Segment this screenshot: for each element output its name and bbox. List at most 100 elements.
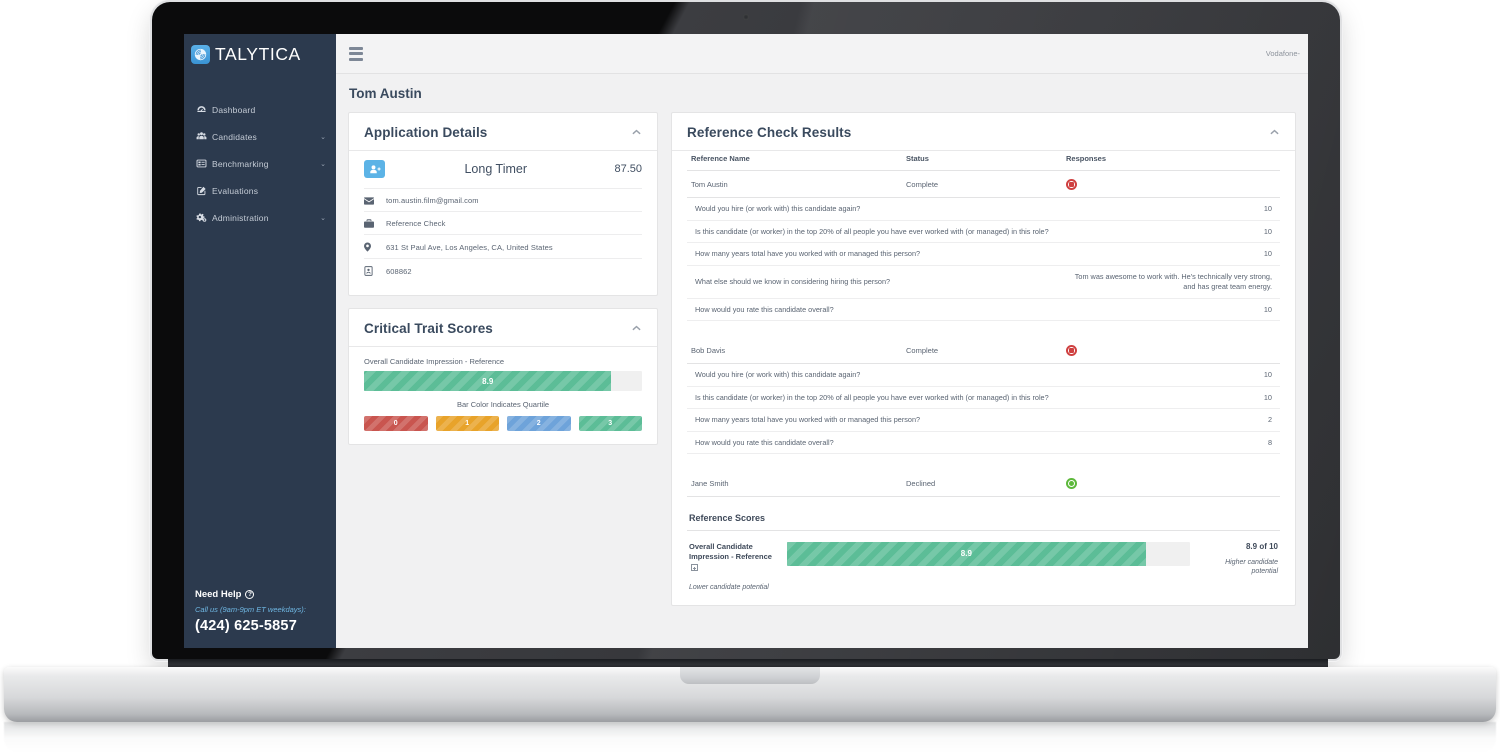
list-icon xyxy=(196,158,212,169)
pencil-square-icon xyxy=(196,185,212,196)
row-spacer xyxy=(687,454,1280,470)
reference-status: Complete xyxy=(902,336,1062,364)
talytica-app: TALYTICA Dashboard Candidates ⌄ Benchmar… xyxy=(184,34,1308,648)
question-mark-icon[interactable]: ? xyxy=(245,590,255,599)
column-header-status: Status xyxy=(902,151,1062,171)
question-answer: 10 xyxy=(1062,298,1280,322)
column-header-responses: Responses xyxy=(1062,151,1280,171)
detail-text: 608862 xyxy=(386,266,412,276)
trait-score-value: 8.9 xyxy=(482,376,494,386)
reference-score-row: Overall Candidate Impression - Reference… xyxy=(687,541,1280,592)
sidebar-item-label: Dashboard xyxy=(212,104,256,115)
question-answer: 10 xyxy=(1062,363,1280,387)
chevron-up-icon[interactable] xyxy=(1267,128,1281,138)
detail-text: tom.austin.film@gmail.com xyxy=(386,196,479,205)
chevron-up-icon[interactable] xyxy=(629,128,643,138)
sidebar-item-candidates[interactable]: Candidates ⌄ xyxy=(184,123,336,150)
chevron-up-icon[interactable] xyxy=(629,324,643,334)
question-answer: 10 xyxy=(1062,242,1280,266)
hamburger-icon[interactable] xyxy=(349,46,363,61)
question-text: Would you hire (or work with) this candi… xyxy=(687,363,1062,387)
question-answer: 8 xyxy=(1062,431,1280,455)
reference-row[interactable]: Jane Smith Declined xyxy=(687,469,1280,497)
laptop-lid: TALYTICA Dashboard Candidates ⌄ Benchmar… xyxy=(152,2,1340,659)
question-text: Is this candidate (or worker) in the top… xyxy=(687,220,1062,244)
sidebar-item-benchmarking[interactable]: Benchmarking ⌄ xyxy=(184,150,336,177)
detail-row-job: Reference Check xyxy=(364,211,642,234)
reference-question-row: How would you rate this candidate overal… xyxy=(687,431,1280,455)
detail-row-id: 608862 xyxy=(364,258,642,282)
reference-question-row: Would you hire (or work with) this candi… xyxy=(687,197,1280,221)
question-answer: 10 xyxy=(1062,197,1280,221)
reference-score-bar-wrap: 8.9 xyxy=(787,541,1190,566)
columns-layout: Application Details Long Timer 87.50 tom… xyxy=(348,112,1296,618)
reference-score-bar-fill: 8.9 xyxy=(787,541,1146,566)
application-position: Long Timer xyxy=(464,162,527,176)
reference-check-results-title: Reference Check Results xyxy=(687,125,852,140)
higher-potential-label: Higher candidate potential xyxy=(1225,558,1278,576)
reference-name: Bob Davis xyxy=(687,336,902,364)
reference-score-total: 8.9 of 10 xyxy=(1245,541,1278,551)
sidebar-nav: Dashboard Candidates ⌄ Benchmarking ⌄ Ev… xyxy=(184,96,336,231)
sidebar-item-dashboard[interactable]: Dashboard xyxy=(184,96,336,123)
reference-name: Jane Smith xyxy=(687,469,902,497)
application-hero-row: Long Timer 87.50 xyxy=(364,151,642,188)
application-score: 87.50 xyxy=(614,163,642,175)
tenant-name[interactable]: Vodafone- xyxy=(1266,49,1300,58)
brand-name: TALYTICA xyxy=(215,43,301,64)
trait-score-bar: 8.9 xyxy=(364,371,642,391)
expand-plus-icon[interactable] xyxy=(1066,477,1077,489)
lower-potential-label: Lower candidate potential xyxy=(689,583,769,591)
laptop-reflection xyxy=(4,722,1496,752)
reference-score-label-block: Overall Candidate Impression - Reference… xyxy=(689,542,777,592)
application-details-title: Application Details xyxy=(364,125,488,140)
sidebar-item-label: Benchmarking xyxy=(212,158,269,169)
reference-status: Complete xyxy=(902,170,1062,198)
reference-status: Declined xyxy=(902,469,1062,497)
reference-row[interactable]: Tom Austin Complete xyxy=(687,170,1280,198)
sidebar: TALYTICA Dashboard Candidates ⌄ Benchmar… xyxy=(184,34,336,648)
page-body: Tom Austin Application Details Long Time… xyxy=(336,74,1308,648)
question-answer: 10 xyxy=(1062,220,1280,244)
divider xyxy=(687,529,1280,531)
application-details-card: Application Details Long Timer 87.50 tom… xyxy=(348,112,658,296)
question-answer: 2 xyxy=(1062,408,1280,432)
webcam-icon xyxy=(743,14,749,20)
reference-score-bar: 8.9 xyxy=(787,541,1190,566)
quartile-chip-3: 3 xyxy=(578,416,642,431)
sidebar-item-label: Candidates xyxy=(212,131,258,142)
people-icon xyxy=(196,131,212,142)
critical-trait-scores-card: Critical Trait Scores Overall Candidate … xyxy=(348,308,658,445)
question-text: Is this candidate (or worker) in the top… xyxy=(687,386,1062,410)
table-header-row: Reference Name Status Responses xyxy=(687,151,1280,171)
reference-toggle-cell xyxy=(1062,336,1280,364)
critical-trait-scores-title: Critical Trait Scores xyxy=(364,321,493,336)
brand-logo[interactable]: TALYTICA xyxy=(184,34,336,74)
need-help-hours: Call us (9am-9pm ET weekdays): xyxy=(195,605,306,614)
reference-question-row: What else should we know in considering … xyxy=(687,265,1280,299)
dashboard-icon xyxy=(196,104,212,115)
reference-table-head: Reference Name Status Responses xyxy=(687,151,1280,171)
envelope-icon xyxy=(364,196,386,205)
quartile-legend: 0 1 2 3 xyxy=(364,416,642,431)
sidebar-item-administration[interactable]: Administration ⌄ xyxy=(184,204,336,231)
need-help-block: Need Help ? Call us (9am-9pm ET weekdays… xyxy=(184,589,336,648)
map-pin-icon xyxy=(364,242,386,252)
reference-row[interactable]: Bob Davis Complete xyxy=(687,336,1280,364)
collapse-minus-icon[interactable] xyxy=(1066,344,1077,356)
expand-box-icon[interactable] xyxy=(691,564,698,572)
chevron-down-icon: ⌄ xyxy=(320,133,326,141)
row-spacer xyxy=(687,321,1280,337)
collapse-minus-icon[interactable] xyxy=(1066,179,1077,190)
detail-row-address: 631 St Paul Ave, Los Angeles, CA, United… xyxy=(364,234,642,258)
detail-text: 631 St Paul Ave, Los Angeles, CA, United… xyxy=(386,242,553,252)
question-text: How would you rate this candidate overal… xyxy=(687,431,1062,455)
gears-icon xyxy=(196,212,212,223)
sidebar-item-evaluations[interactable]: Evaluations xyxy=(184,177,336,204)
right-column: Reference Check Results Reference Name S… xyxy=(671,112,1296,618)
chevron-down-icon: ⌄ xyxy=(320,214,326,222)
page-title: Tom Austin xyxy=(349,86,422,101)
reference-score-value: 8.9 xyxy=(960,549,972,559)
need-help-label: Need Help xyxy=(195,589,242,600)
support-phone-number[interactable]: (424) 625-5857 xyxy=(195,618,325,634)
